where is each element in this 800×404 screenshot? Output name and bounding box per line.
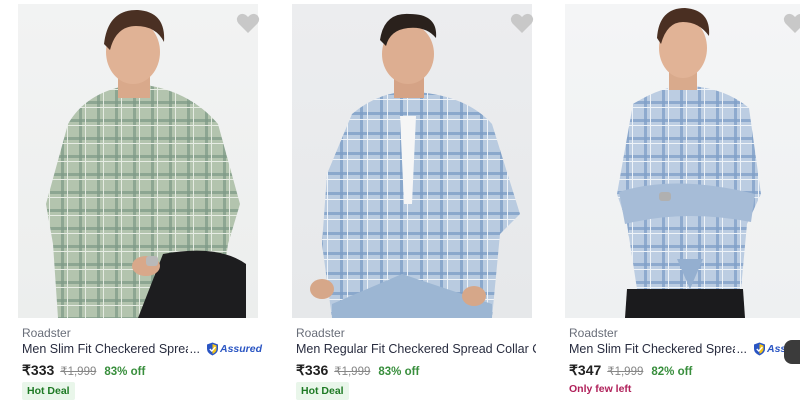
product-title-row: Men Slim Fit Checkered Spread ... Assure… [569, 341, 800, 357]
wishlist-heart-icon[interactable] [236, 12, 260, 34]
brand-name: Roadster [296, 326, 345, 340]
price-row: ₹347 ₹1,999 82% off [569, 362, 692, 379]
selling-price: ₹336 [296, 362, 329, 378]
wishlist-heart-icon[interactable] [783, 12, 800, 34]
selling-price: ₹347 [569, 362, 602, 378]
shield-check-icon [753, 342, 765, 356]
model-photo [310, 13, 520, 318]
original-price: ₹1,999 [607, 366, 644, 378]
product-title-row: Men Regular Fit Checkered Spread Collar … [296, 341, 536, 357]
hot-deal-badge: Hot Deal [296, 382, 349, 400]
title-ellipsis: ... [189, 342, 200, 356]
discount-percent: 83% off [378, 366, 420, 378]
brand-name: Roadster [569, 326, 618, 340]
product-title-row: Men Slim Fit Checkered Spread ... Assure… [22, 341, 262, 357]
product-title: Men Slim Fit Checkered Spread [22, 342, 188, 356]
only-few-left-label: Only few left [569, 383, 632, 395]
price-row: ₹333 ₹1,999 83% off [22, 362, 145, 379]
product-image[interactable] [18, 4, 258, 318]
price-row: ₹336 ₹1,999 83% off [296, 362, 419, 379]
discount-percent: 83% off [104, 366, 146, 378]
product-title: Men Regular Fit Checkered Spread Collar … [296, 342, 536, 356]
product-title: Men Slim Fit Checkered Spread [569, 342, 735, 356]
model-photo [617, 8, 761, 318]
hot-deal-badge: Hot Deal [22, 382, 75, 400]
product-card[interactable]: Roadster Men Slim Fit Checkered Spread .… [565, 0, 800, 404]
assured-label: Assured [219, 343, 262, 355]
product-grid: Roadster Men Slim Fit Checkered Spread .… [0, 0, 800, 404]
product-image[interactable] [565, 4, 800, 318]
assured-badge: Assured [206, 342, 262, 356]
title-ellipsis: ... [736, 342, 747, 356]
product-card[interactable]: Roadster Men Slim Fit Checkered Spread .… [18, 0, 268, 404]
selling-price: ₹333 [22, 362, 55, 378]
wishlist-heart-icon[interactable] [510, 12, 534, 34]
brand-name: Roadster [22, 326, 71, 340]
original-price: ₹1,999 [60, 366, 97, 378]
carousel-next-button[interactable] [784, 340, 800, 364]
product-image[interactable] [292, 4, 532, 318]
discount-percent: 82% off [651, 366, 693, 378]
original-price: ₹1,999 [334, 366, 371, 378]
product-card[interactable]: Roadster Men Regular Fit Checkered Sprea… [292, 0, 542, 404]
shield-check-icon [206, 342, 218, 356]
model-photo [46, 9, 246, 318]
